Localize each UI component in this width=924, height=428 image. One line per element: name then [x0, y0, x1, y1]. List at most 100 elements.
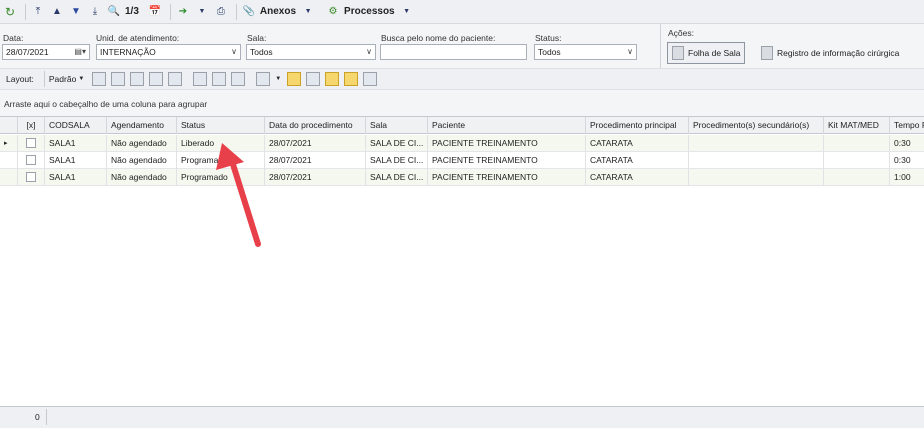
row-select-cell	[18, 169, 45, 186]
delete-layout-icon[interactable]	[168, 72, 183, 86]
sort-icon[interactable]	[212, 72, 227, 86]
view-mode-1-icon[interactable]	[287, 72, 302, 86]
cell-status: Programado	[177, 169, 265, 186]
row-checkbox[interactable]	[26, 138, 36, 148]
sala-select[interactable]: Todos ∨	[246, 44, 376, 60]
cell-codsala: SALA1	[45, 135, 107, 152]
cell-sala: SALA DE CI...	[366, 135, 428, 152]
padrao-dropdown[interactable]: Padrão	[49, 74, 76, 84]
toolbar-separator	[169, 3, 171, 20]
cell-proc-principal: CATARATA	[586, 169, 689, 186]
row-indicator-cell	[0, 152, 18, 169]
column-header[interactable]: Paciente	[428, 117, 586, 134]
group-hint-text: Arraste aqui o cabeçalho de uma coluna p…	[4, 99, 208, 109]
column-header[interactable]: CODSALA	[45, 117, 107, 134]
unid-select[interactable]: INTERNAÇÃO ∨	[96, 44, 241, 60]
registro-cirurgico-button[interactable]: Registro de informação cirúrgica	[757, 42, 903, 64]
toolbar-separator	[25, 3, 26, 20]
patient-search-input[interactable]	[380, 44, 527, 60]
status-label: Status:	[535, 33, 562, 43]
group-icon[interactable]	[231, 72, 246, 86]
page-counter: 1/3	[125, 6, 139, 17]
previous-record-icon[interactable]: ▲	[49, 3, 65, 21]
save-layout-icon[interactable]	[92, 72, 107, 86]
column-header[interactable]: Tempo P	[890, 117, 924, 134]
row-checkbox[interactable]	[26, 155, 36, 165]
layout-label: Layout:	[6, 74, 34, 84]
cell-data: 28/07/2021	[265, 135, 366, 152]
folha-de-sala-label: Folha de Sala	[688, 48, 741, 58]
group-by-area[interactable]: Arraste aqui o cabeçalho de uma coluna p…	[0, 95, 924, 115]
document-icon	[761, 46, 773, 60]
cell-agendamento: Não agendado	[107, 152, 177, 169]
table-row[interactable]: SALA1 Não agendado Programado 28/07/2021…	[0, 169, 924, 186]
font-icon[interactable]	[363, 72, 378, 86]
row-select-cell	[18, 152, 45, 169]
actions-title: Ações:	[668, 28, 694, 38]
cell-proc-principal: CATARATA	[586, 135, 689, 152]
status-select[interactable]: Todos ∨	[534, 44, 637, 60]
cell-data: 28/07/2021	[265, 152, 366, 169]
load-layout-icon[interactable]	[111, 72, 126, 86]
folha-de-sala-button[interactable]: Folha de Sala	[667, 42, 746, 64]
toolbar-separator	[43, 71, 45, 87]
view-mode-2-icon[interactable]	[306, 72, 321, 86]
attachments-icon[interactable]: 📎	[241, 3, 257, 21]
document-icon	[672, 46, 684, 60]
column-header[interactable]: [x]	[18, 117, 45, 134]
calendar-dropdown-icon[interactable]: ▤▾	[74, 47, 86, 57]
cell-kit	[824, 135, 890, 152]
column-header[interactable]: Data do procedimento	[265, 117, 366, 134]
cell-tempo: 0:30	[894, 138, 911, 148]
first-record-icon[interactable]: ⤒	[30, 3, 46, 21]
cell-status: Programado	[177, 152, 265, 169]
grid-header: [x] CODSALA Agendamento Status Data do p…	[0, 117, 924, 134]
column-header[interactable]: Procedimento(s) secundário(s)	[689, 117, 824, 134]
anexos-menu[interactable]: Anexos	[260, 6, 296, 17]
data-grid: [x] CODSALA Agendamento Status Data do p…	[0, 116, 924, 406]
refresh-icon[interactable]: ↻	[2, 3, 18, 21]
column-header[interactable]: Status	[177, 117, 265, 134]
binoculars-icon[interactable]: 🔍	[106, 3, 122, 21]
cell-proc-principal: CATARATA	[586, 152, 689, 169]
dropdown-arrow-icon[interactable]: ▼	[194, 3, 210, 21]
row-checkbox[interactable]	[26, 172, 36, 182]
calendar-icon[interactable]: 📅	[147, 3, 163, 21]
cell-sala: SALA DE CI...	[366, 152, 428, 169]
row-select-cell	[18, 135, 45, 152]
print-icon[interactable]: ⎙	[213, 3, 229, 21]
row-indicator-header	[0, 117, 18, 134]
status-value: Todos	[538, 47, 561, 57]
anexos-dropdown-icon[interactable]: ▼	[300, 3, 316, 21]
print-grid-icon[interactable]	[193, 72, 208, 86]
table-row[interactable]: ▸ SALA1 Não agendado Liberado 28/07/2021…	[0, 135, 924, 152]
cell-proc-secundario	[689, 152, 824, 169]
cell-kit	[824, 169, 890, 186]
chart-dropdown-icon[interactable]: ▼	[275, 76, 281, 82]
cell-tempo: 0:30	[894, 155, 911, 165]
export-icon[interactable]: ➔	[175, 3, 191, 21]
chevron-down-icon: ∨	[231, 47, 237, 56]
columns-icon[interactable]	[130, 72, 145, 86]
actions-panel: Ações: Folha de Sala Registro de informa…	[660, 24, 920, 68]
last-record-icon[interactable]: ⤓	[87, 3, 103, 21]
column-header[interactable]: Agendamento	[107, 117, 177, 134]
status-divider	[46, 409, 47, 425]
view-mode-3-icon[interactable]	[325, 72, 340, 86]
padrao-chevron-icon[interactable]: ▼	[78, 76, 84, 82]
next-record-icon[interactable]: ▼	[68, 3, 84, 21]
column-header[interactable]: Kit MAT/MED	[824, 117, 890, 134]
view-mode-4-icon[interactable]	[344, 72, 359, 86]
column-header[interactable]: Sala	[366, 117, 428, 134]
column-header[interactable]: Procedimento principal	[586, 117, 689, 134]
date-field[interactable]: 28/07/2021 ▤▾	[2, 44, 90, 60]
chart-icon[interactable]	[256, 72, 271, 86]
filter-icon[interactable]	[149, 72, 164, 86]
processos-dropdown-icon[interactable]: ▼	[399, 3, 415, 21]
row-selected-indicator-icon: ▸	[0, 135, 18, 152]
cell-proc-secundario	[689, 135, 824, 152]
processos-menu[interactable]: Processos	[344, 6, 395, 17]
table-row[interactable]: SALA1 Não agendado Programado 28/07/2021…	[0, 152, 924, 169]
unid-label: Unid. de atendimento:	[96, 33, 180, 43]
processos-icon[interactable]: ⚙	[325, 3, 341, 21]
